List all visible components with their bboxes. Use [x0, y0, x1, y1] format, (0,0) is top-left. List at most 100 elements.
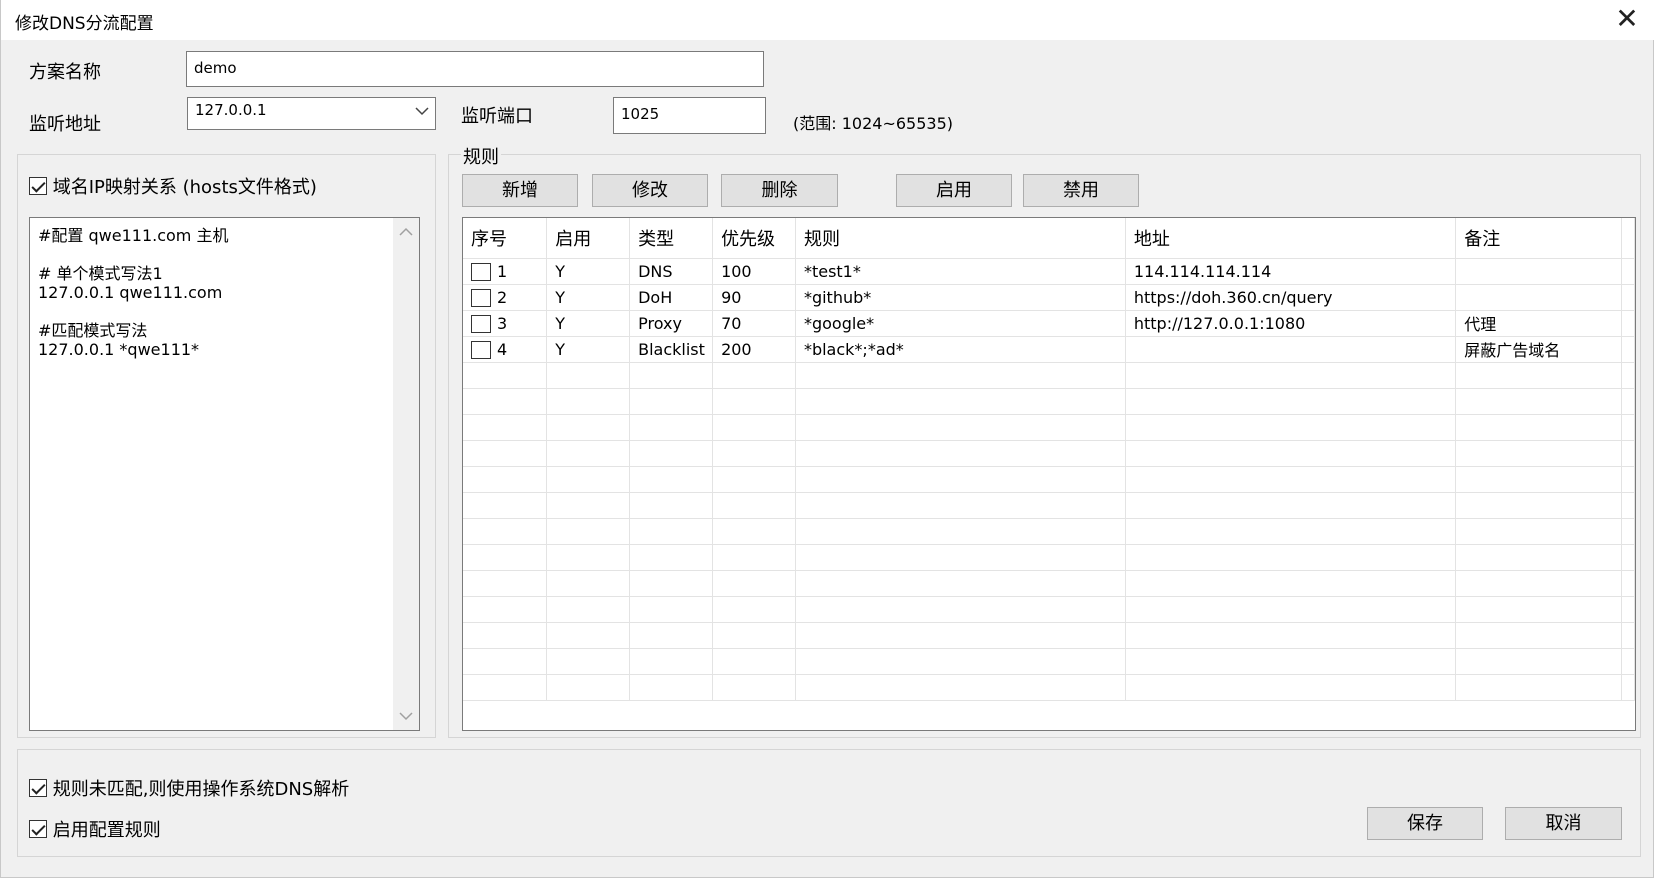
hosts-toggle[interactable]: 域名IP映射关系 (hosts文件格式): [29, 173, 317, 199]
disable-rule-button[interactable]: 禁用: [1023, 174, 1139, 207]
col-header-priority[interactable]: 优先级: [712, 218, 796, 259]
empty-row: [463, 544, 1635, 571]
table-row[interactable]: 2 Y DoH 90 *github* https://doh.360.cn/query: [463, 284, 1635, 311]
empty-cell: [1125, 388, 1457, 415]
empty-cell: [1125, 518, 1457, 545]
empty-cell: [795, 414, 1126, 441]
empty-cell: [795, 570, 1126, 597]
empty-cell: [1621, 518, 1635, 545]
cell-note: [1455, 258, 1622, 285]
empty-cell: [546, 440, 631, 467]
empty-cell: [1621, 466, 1635, 493]
empty-cell: [1621, 596, 1635, 623]
empty-cell: [712, 492, 796, 519]
empty-cell: [1621, 492, 1635, 519]
fallback-os-dns-toggle[interactable]: 规则未匹配,则使用操作系统DNS解析: [29, 775, 349, 801]
hosts-checkbox[interactable]: [29, 177, 47, 195]
empty-cell: [712, 570, 796, 597]
port-range-hint: (范围: 1024~65535): [793, 114, 953, 133]
table-row[interactable]: 1 Y DNS 100 *test1* 114.114.114.114: [463, 258, 1635, 285]
empty-cell: [546, 362, 631, 389]
enable-rules-checkbox[interactable]: [29, 820, 47, 838]
cell-filler: [1621, 258, 1635, 285]
empty-cell: [629, 544, 714, 571]
empty-cell: [1125, 596, 1457, 623]
enable-rule-button[interactable]: 启用: [896, 174, 1012, 207]
empty-cell: [712, 622, 796, 649]
empty-cell: [1125, 674, 1457, 701]
empty-cell: [1455, 648, 1622, 675]
listen-addr-select[interactable]: 127.0.0.1: [187, 97, 436, 130]
empty-cell: [1125, 440, 1457, 467]
cell-address: [1125, 336, 1457, 363]
save-button[interactable]: 保存: [1367, 807, 1483, 840]
row-select-checkbox[interactable]: [471, 340, 491, 359]
listen-port-input[interactable]: 1025: [613, 97, 766, 134]
col-header-type[interactable]: 类型: [629, 218, 714, 259]
cell-rule: *test1*: [795, 258, 1126, 285]
col-header-rule[interactable]: 规则: [795, 218, 1126, 259]
cell-priority: 90: [712, 284, 796, 311]
cell-enabled: Y: [546, 310, 631, 337]
col-header-enabled[interactable]: 启用: [546, 218, 631, 259]
scroll-up-icon[interactable]: [399, 227, 413, 237]
empty-cell: [712, 440, 796, 467]
row-seq-label: 1: [497, 262, 508, 281]
row-select-checkbox[interactable]: [471, 314, 491, 333]
row-select-checkbox[interactable]: [471, 262, 491, 281]
cell-type: DNS: [629, 258, 714, 285]
empty-cell: [1621, 648, 1635, 675]
hosts-scrollbar[interactable]: [393, 218, 419, 730]
empty-cell: [463, 674, 548, 701]
empty-cell: [1125, 414, 1457, 441]
delete-rule-button[interactable]: 删除: [721, 174, 838, 207]
enable-rules-toggle[interactable]: 启用配置规则: [29, 816, 161, 842]
empty-cell: [463, 414, 548, 441]
empty-cell: [795, 466, 1126, 493]
row-select-checkbox[interactable]: [471, 288, 491, 307]
empty-row: [463, 388, 1635, 415]
empty-cell: [463, 440, 548, 467]
empty-row: [463, 674, 1635, 701]
empty-cell: [712, 674, 796, 701]
col-header-filler: [1621, 218, 1635, 259]
listen-addr-label: 监听地址: [29, 114, 101, 135]
empty-cell: [463, 362, 548, 389]
scheme-name-input[interactable]: demo: [186, 51, 764, 87]
empty-cell: [1125, 466, 1457, 493]
empty-cell: [795, 518, 1126, 545]
empty-cell: [795, 596, 1126, 623]
empty-row: [463, 362, 1635, 389]
empty-cell: [629, 388, 714, 415]
empty-cell: [712, 648, 796, 675]
empty-cell: [629, 440, 714, 467]
empty-cell: [546, 492, 631, 519]
empty-cell: [1125, 544, 1457, 571]
row-seq-label: 2: [497, 288, 508, 307]
empty-cell: [1621, 544, 1635, 571]
empty-cell: [1455, 362, 1622, 389]
table-row[interactable]: 3 Y Proxy 70 *google* http://127.0.0.1:1080 代理: [463, 310, 1635, 337]
empty-cell: [1455, 492, 1622, 519]
empty-row: [463, 440, 1635, 467]
empty-cell: [629, 674, 714, 701]
col-header-address[interactable]: 地址: [1125, 218, 1457, 259]
cell-seq: 1: [463, 258, 548, 285]
close-icon[interactable]: ✕: [1607, 4, 1647, 36]
cancel-button[interactable]: 取消: [1505, 807, 1622, 840]
cell-enabled: Y: [546, 336, 631, 363]
fallback-os-dns-checkbox[interactable]: [29, 779, 47, 797]
empty-cell: [546, 648, 631, 675]
listen-addr-value: 127.0.0.1: [195, 101, 267, 119]
table-row[interactable]: 4 Y Blacklist 200 *black*;*ad* 屏蔽广告域名: [463, 336, 1635, 363]
scroll-down-icon[interactable]: [399, 711, 413, 721]
empty-cell: [795, 674, 1126, 701]
add-rule-button[interactable]: 新增: [462, 174, 578, 207]
empty-cell: [629, 362, 714, 389]
hosts-textarea[interactable]: #配置 qwe111.com 主机 # 单个模式写法1 127.0.0.1 qw…: [29, 217, 420, 731]
empty-cell: [1455, 544, 1622, 571]
col-header-note[interactable]: 备注: [1455, 218, 1622, 259]
col-header-seq[interactable]: 序号: [463, 218, 548, 259]
rules-table: 序号 启用 类型 优先级 规则 地址 备注 1 Y DNS 100 *test1* 114…: [462, 217, 1636, 731]
edit-rule-button[interactable]: 修改: [592, 174, 708, 207]
